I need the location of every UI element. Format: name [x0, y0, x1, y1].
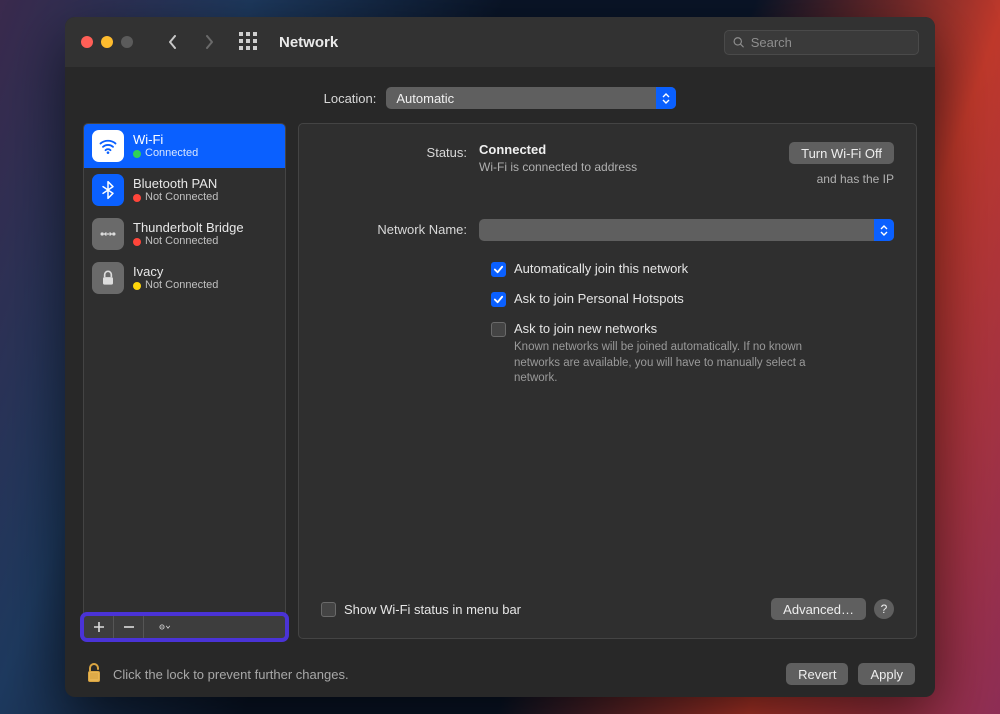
auto-join-label: Automatically join this network — [514, 261, 688, 276]
service-list: Wi-Fi Connected Bluetooth PAN Not Connec… — [83, 123, 286, 615]
network-name-label: Network Name: — [321, 219, 479, 237]
thunderbolt-icon — [92, 218, 124, 250]
status-value: Connected — [479, 142, 789, 157]
new-networks-label: Ask to join new networks — [514, 321, 824, 336]
service-item-thunderbolt[interactable]: Thunderbolt Bridge Not Connected — [84, 212, 285, 256]
service-name: Wi-Fi — [133, 132, 198, 148]
back-button[interactable] — [159, 28, 187, 56]
lock-icon — [92, 262, 124, 294]
revert-button[interactable]: Revert — [786, 663, 848, 685]
help-button[interactable]: ? — [874, 599, 894, 619]
hotspot-checkbox[interactable] — [491, 292, 506, 307]
apply-button[interactable]: Apply — [858, 663, 915, 685]
service-status: Connected — [145, 147, 198, 160]
zoom-window-button[interactable] — [121, 36, 133, 48]
service-item-bluetooth[interactable]: Bluetooth PAN Not Connected — [84, 168, 285, 212]
search-field-container[interactable] — [724, 30, 919, 55]
search-icon — [733, 36, 745, 49]
status-dot-icon — [133, 194, 141, 202]
status-dot-icon — [133, 282, 141, 290]
service-name: Thunderbolt Bridge — [133, 220, 244, 236]
detail-panel: Status: Connected Wi-Fi is connected to … — [298, 123, 917, 639]
menubar-label: Show Wi-Fi status in menu bar — [344, 602, 521, 617]
forward-button[interactable] — [195, 28, 223, 56]
window-title: Network — [279, 34, 338, 51]
minimize-window-button[interactable] — [101, 36, 113, 48]
status-subtext: Wi-Fi is connected to address — [479, 159, 659, 175]
service-status: Not Connected — [145, 235, 218, 248]
titlebar: Network — [65, 17, 935, 67]
add-service-button[interactable] — [84, 615, 114, 638]
location-select[interactable]: Automatic — [386, 87, 676, 109]
close-window-button[interactable] — [81, 36, 93, 48]
service-status: Not Connected — [145, 191, 218, 204]
service-name: Ivacy — [133, 264, 218, 280]
advanced-button[interactable]: Advanced… — [771, 598, 866, 620]
service-controls — [83, 615, 286, 639]
select-arrows-icon — [656, 87, 676, 109]
show-all-icon[interactable] — [239, 32, 257, 53]
search-input[interactable] — [751, 35, 910, 50]
wifi-icon — [92, 130, 124, 162]
location-row: Location: Automatic — [65, 67, 935, 123]
select-arrows-icon — [874, 219, 894, 241]
service-status: Not Connected — [145, 279, 218, 292]
new-networks-subtext: Known networks will be joined automatica… — [514, 340, 824, 387]
location-value: Automatic — [396, 91, 454, 106]
traffic-lights — [81, 36, 133, 48]
content-area: Wi-Fi Connected Bluetooth PAN Not Connec… — [65, 123, 935, 651]
auto-join-checkbox[interactable] — [491, 262, 506, 277]
status-dot-icon — [133, 238, 141, 246]
status-ip-text: and has the IP — [817, 172, 894, 186]
footer: Click the lock to prevent further change… — [65, 651, 935, 697]
bluetooth-icon — [92, 174, 124, 206]
network-name-select[interactable] — [479, 219, 894, 241]
service-actions-button[interactable] — [144, 615, 186, 638]
service-item-wifi[interactable]: Wi-Fi Connected — [84, 124, 285, 168]
hotspot-label: Ask to join Personal Hotspots — [514, 291, 684, 306]
lock-text: Click the lock to prevent further change… — [113, 667, 349, 682]
status-label: Status: — [321, 142, 479, 160]
wifi-toggle-button[interactable]: Turn Wi-Fi Off — [789, 142, 894, 164]
menubar-checkbox[interactable] — [321, 602, 336, 617]
lock-button[interactable] — [85, 662, 103, 687]
location-label: Location: — [324, 91, 377, 106]
remove-service-button[interactable] — [114, 615, 144, 638]
service-name: Bluetooth PAN — [133, 176, 218, 192]
service-sidebar: Wi-Fi Connected Bluetooth PAN Not Connec… — [83, 123, 286, 639]
new-networks-checkbox[interactable] — [491, 322, 506, 337]
network-preferences-window: Network Location: Automatic — [65, 17, 935, 697]
status-dot-icon — [133, 150, 141, 158]
service-item-ivacy[interactable]: Ivacy Not Connected — [84, 256, 285, 300]
